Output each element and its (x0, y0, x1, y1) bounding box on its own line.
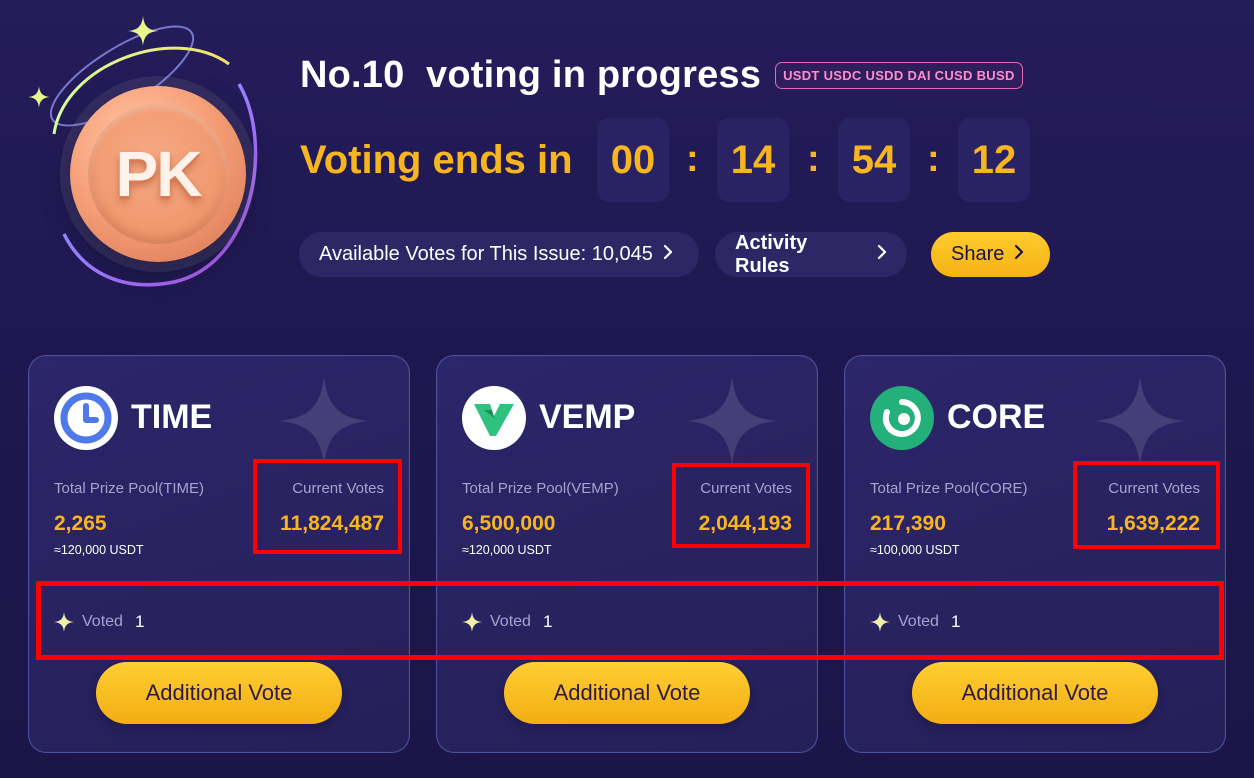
activity-rules-button[interactable]: Activity Rules (715, 232, 907, 277)
countdown-separator: : (807, 138, 820, 180)
additional-vote-button[interactable]: Additional Vote (96, 662, 342, 724)
sparkle-icon (870, 612, 890, 632)
supported-tokens-badge: USDT USDC USDD DAI CUSD BUSD (775, 62, 1023, 89)
core-ring-icon (870, 386, 934, 450)
prize-pool-label: Total Prize Pool(VEMP) (462, 480, 619, 497)
voted-row: Voted 1 (54, 612, 144, 632)
vemp-v-icon (462, 386, 526, 450)
available-votes-label: Available Votes for This Issue: 10,045 (319, 243, 653, 265)
chevron-right-icon (1014, 243, 1024, 266)
prize-pool-label: Total Prize Pool(CORE) (870, 480, 1028, 497)
countdown-subseconds: 12 (958, 118, 1030, 202)
chevron-right-icon (877, 243, 887, 266)
countdown-separator: : (927, 138, 940, 180)
voted-row: Voted 1 (870, 612, 960, 632)
title-row: No.10 voting in progress USDT USDC USDD … (300, 54, 1023, 97)
current-votes-value: 1,639,222 (1106, 512, 1200, 535)
prize-pool-value: 2,265 (54, 512, 107, 535)
additional-vote-button[interactable]: Additional Vote (912, 662, 1158, 724)
prize-pool-label: Total Prize Pool(TIME) (54, 480, 205, 497)
share-label: Share (951, 243, 1005, 265)
token-name: CORE (947, 398, 1046, 436)
pk-coin-logo: PK (24, 14, 274, 294)
sparkle-icon (54, 612, 74, 632)
token-card-vemp: VEMP Total Prize Pool(VEMP) 6,500,000 ≈1… (436, 355, 818, 753)
current-votes-value: 11,824,487 (280, 512, 384, 535)
prize-pool-usdt: ≈120,000 USDT (54, 543, 144, 557)
prize-pool-value: 217,390 (870, 512, 946, 535)
sparkle-icon (28, 86, 50, 108)
star-watermark-icon (687, 376, 777, 466)
voted-count: 1 (950, 612, 961, 631)
countdown-minutes: 14 (717, 118, 789, 202)
activity-rules-label: Activity Rules (735, 231, 808, 277)
voted-label: Voted (898, 613, 939, 630)
additional-vote-button[interactable]: Additional Vote (504, 662, 750, 724)
countdown-separator: : (686, 138, 699, 180)
pk-coin-icon: PK (70, 86, 246, 262)
countdown-seconds: 54 (838, 118, 910, 202)
voted-row: Voted 1 (462, 612, 552, 632)
page-title: No.10 voting in progress (300, 54, 762, 96)
current-votes-label: Current Votes (700, 480, 792, 497)
current-votes-value: 2,044,193 (698, 512, 792, 535)
coin-label: PK (115, 138, 203, 210)
current-votes-label: Current Votes (1108, 480, 1200, 497)
voted-label: Voted (82, 613, 123, 630)
countdown-hours: 00 (597, 118, 669, 202)
countdown-label: Voting ends in (300, 138, 573, 182)
sparkle-icon (462, 612, 482, 632)
share-button[interactable]: Share (931, 232, 1050, 277)
token-name: VEMP (539, 398, 636, 436)
prize-pool-usdt: ≈120,000 USDT (462, 543, 552, 557)
prize-pool-value: 6,500,000 (462, 512, 556, 535)
token-card-time: TIME Total Prize Pool(TIME) 2,265 ≈120,0… (28, 355, 410, 753)
current-votes-label: Current Votes (292, 480, 384, 497)
prize-pool-usdt: ≈100,000 USDT (870, 543, 960, 557)
voted-count: 1 (134, 612, 145, 631)
star-watermark-icon (279, 376, 369, 466)
voted-label: Voted (490, 613, 531, 630)
token-name: TIME (131, 398, 213, 436)
sparkle-icon (128, 16, 158, 46)
star-watermark-icon (1095, 376, 1185, 466)
voted-count: 1 (542, 612, 553, 631)
chevron-right-icon (663, 243, 673, 266)
token-card-core: CORE Total Prize Pool(CORE) 217,390 ≈100… (844, 355, 1226, 753)
available-votes-button[interactable]: Available Votes for This Issue: 10,045 (299, 232, 699, 277)
time-clock-icon (54, 386, 118, 450)
